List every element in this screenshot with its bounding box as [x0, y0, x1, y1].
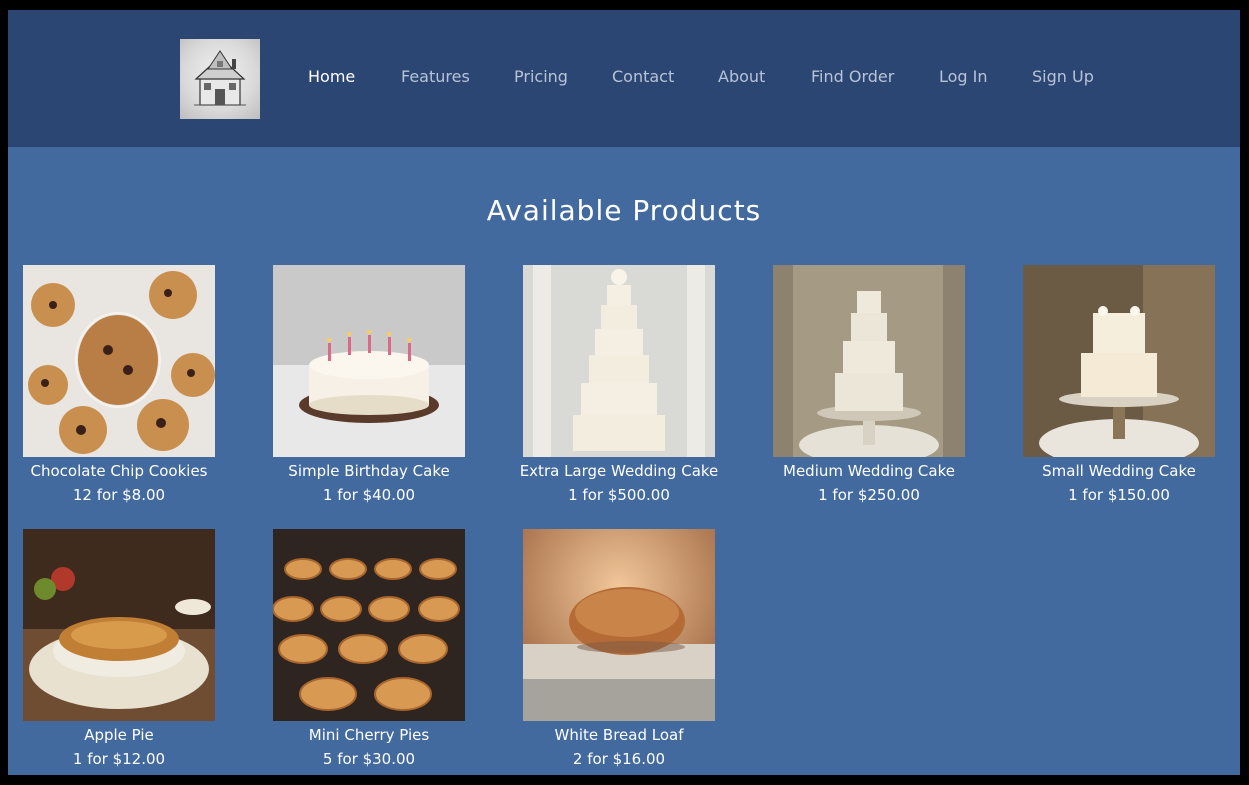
- nav-home[interactable]: Home: [308, 67, 355, 86]
- app-window: Home Features Pricing Contact About Find…: [8, 10, 1240, 775]
- nav-log-in[interactable]: Log In: [939, 67, 988, 86]
- house-sketch-icon: [194, 50, 246, 106]
- product-name: Chocolate Chip Cookies: [30, 462, 208, 480]
- nav-contact[interactable]: Contact: [612, 67, 674, 86]
- nav-sign-up[interactable]: Sign Up: [1032, 67, 1094, 86]
- product-image-extra-large-wedding-cake[interactable]: [523, 265, 715, 457]
- product-image-medium-wedding-cake[interactable]: [773, 265, 965, 457]
- bakery-logo[interactable]: [180, 39, 260, 119]
- product-price: 1 for $250.00: [818, 486, 920, 504]
- product-price: 1 for $500.00: [568, 486, 670, 504]
- product-image-mini-cherry-pies[interactable]: [273, 529, 465, 721]
- nav-features[interactable]: Features: [401, 67, 470, 86]
- nav-pricing[interactable]: Pricing: [514, 67, 568, 86]
- site-header: Home Features Pricing Contact About Find…: [8, 10, 1240, 147]
- product-price: 1 for $40.00: [322, 486, 416, 504]
- nav-about[interactable]: About: [718, 67, 765, 86]
- product-name: White Bread Loaf: [554, 726, 684, 744]
- product-name: Medium Wedding Cake: [783, 462, 955, 480]
- product-price: 1 for $12.00: [72, 750, 166, 768]
- product-image-small-wedding-cake[interactable]: [1023, 265, 1215, 457]
- product-price: 1 for $150.00: [1068, 486, 1170, 504]
- product-name: Small Wedding Cake: [1042, 462, 1196, 480]
- product-image-apple-pie[interactable]: [23, 529, 215, 721]
- product-image-white-bread-loaf[interactable]: [523, 529, 715, 721]
- product-price: 2 for $16.00: [572, 750, 666, 768]
- product-name: Mini Cherry Pies: [308, 726, 430, 744]
- product-price: 5 for $30.00: [322, 750, 416, 768]
- product-name: Extra Large Wedding Cake: [519, 462, 719, 480]
- nav-find-order[interactable]: Find Order: [811, 67, 894, 86]
- product-name: Apple Pie: [84, 726, 154, 744]
- product-image-cookies[interactable]: [23, 265, 215, 457]
- product-name: Simple Birthday Cake: [288, 462, 450, 480]
- page-title: Available Products: [486, 194, 762, 227]
- product-image-birthday-cake[interactable]: [273, 265, 465, 457]
- product-price: 12 for $8.00: [72, 486, 166, 504]
